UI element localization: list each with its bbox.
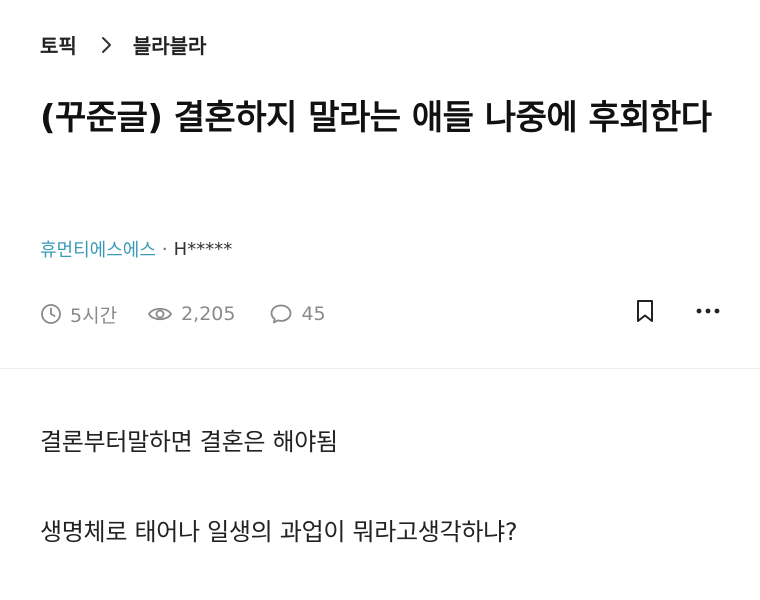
eye-icon xyxy=(148,307,172,321)
time-value: 5시간 xyxy=(70,304,118,327)
meta-separator: · xyxy=(161,238,168,260)
breadcrumb-section[interactable]: 토픽 xyxy=(40,30,77,59)
views-stat: 2,205 xyxy=(147,303,235,325)
author-name: H***** xyxy=(173,238,233,260)
speech-bubble-icon xyxy=(271,304,292,324)
post-body-paragraph: 결론부터말하면 결혼은 해야됨 xyxy=(40,428,338,456)
post-page: 토픽 블라블라 (꾸준글) 결혼하지 말라는 애들 나중에 후회한다 휴먼티에스… xyxy=(0,0,760,600)
views-value: 2,205 xyxy=(181,303,236,325)
more-horizontal-icon[interactable] xyxy=(696,307,720,315)
clock-icon xyxy=(41,304,61,324)
time-stat: 5시간 xyxy=(40,301,117,328)
company-name[interactable]: 휴먼티에스에스 xyxy=(40,236,156,262)
post-actions xyxy=(634,298,720,324)
post-body-paragraph: 생명체로 태어나 일생의 과업이 뭐라고생각하냐? xyxy=(40,518,518,546)
comments-value: 45 xyxy=(301,303,326,325)
breadcrumb: 토픽 블라블라 xyxy=(40,30,206,59)
author-line: 휴먼티에스에스 · H***** xyxy=(40,236,232,262)
comments-stat[interactable]: 45 xyxy=(269,303,326,325)
chevron-right-icon xyxy=(101,36,113,54)
breadcrumb-topic[interactable]: 블라블라 xyxy=(133,30,207,59)
section-divider xyxy=(0,368,760,369)
post-title: (꾸준글) 결혼하지 말라는 애들 나중에 후회한다 xyxy=(40,98,712,138)
bookmark-icon[interactable] xyxy=(634,298,656,324)
post-stats: 5시간 2,205 45 xyxy=(40,298,720,330)
